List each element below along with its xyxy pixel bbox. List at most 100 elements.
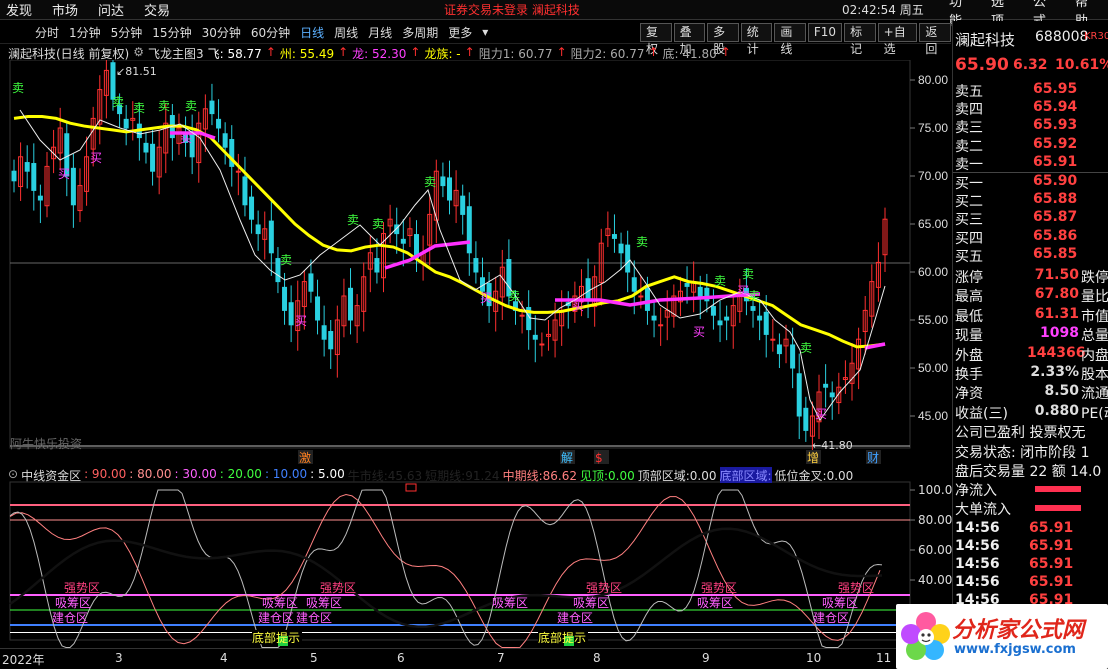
sub-y-tick-label: 60.00 [918,543,952,557]
menu-market[interactable]: 市场 [46,0,92,19]
candle-body [222,133,228,148]
stat-label-right: PE(动 [1081,405,1108,422]
ask-row: 卖三 65.93 [953,117,1108,136]
period-1min[interactable]: 1分钟 [64,24,106,41]
candle-body [11,170,17,182]
adjust-button[interactable]: 复权 [640,23,672,56]
zone-label: 建仓区 [52,611,88,625]
indicator-name[interactable]: 飞龙主图3 [148,45,204,61]
candle-body [440,176,446,187]
menu-wenda[interactable]: 问达 [92,0,138,19]
period-monthly[interactable]: 月线 [363,24,397,41]
sub-legend-item-8: 中期线:86.62 [502,469,577,483]
menu-trade[interactable]: 交易 [138,0,184,19]
multi-stock-button[interactable]: 多股 [707,23,739,56]
ask-row: 卖五 65.95 [953,81,1108,100]
menu-discover[interactable]: 发现 [0,0,46,19]
order-label: 买四 [955,230,983,247]
sub-legend-item-4: : 10.00 [264,467,308,481]
stat-row: 外盘 144366 内盘 [953,345,1108,364]
stat-value: 61.31 [1034,305,1079,322]
period-daily[interactable]: 日线 [295,24,329,41]
period-timeshare[interactable]: 分时 [30,24,64,41]
more-dropdown-icon[interactable]: ▾ [477,25,493,39]
bid-row: 买三 65.87 [953,209,1108,228]
order-label: 卖五 [955,84,983,100]
event-marker: $ [595,451,603,465]
mark-button[interactable]: 标记 [844,23,876,56]
zone-label: 吸筹区 [573,596,609,610]
period-15min[interactable]: 15分钟 [147,24,196,41]
draw-button[interactable]: 画线 [774,23,806,56]
period-weekly[interactable]: 周线 [329,24,363,41]
y-tick-label: 75.00 [918,121,948,135]
stats-button[interactable]: 统计 [740,23,773,56]
period-5min[interactable]: 5分钟 [106,24,148,41]
candle-body [150,143,156,172]
order-price: 65.95 [1033,81,1078,97]
candle-body [216,118,222,129]
y-tick-label: 65.00 [918,217,948,231]
candle-body [684,283,690,287]
stat-label-right: 内盘 [1081,347,1108,364]
stat-label: 最高 [955,289,983,306]
stat-row: 收益(三) 0.880PE(动 [953,403,1108,422]
period-60min[interactable]: 60分钟 [246,24,295,41]
legend-item-2: 龙: 52.30 [352,47,407,61]
login-notice[interactable]: 证券交易未登录 澜起科技 [444,1,580,18]
sub-legend-item-2: : 30.00 [174,467,217,481]
zone-label: 强势区 [586,581,622,595]
stat-value: 67.80 [1034,286,1079,303]
collapse-icon[interactable]: ⊙ [8,467,18,483]
stat-label-right: 股本 [1081,367,1108,383]
legend-arrow-icon: ↑ [265,45,276,59]
add-watchlist-button[interactable]: +自选 [877,23,918,56]
legend-arrow-icon: ↑ [720,45,731,59]
f10-button[interactable]: F10 [807,23,843,42]
candle-body [796,373,802,417]
candle-body [631,277,637,292]
zone-label: 建仓区 [557,611,593,625]
zone-label: 吸筹区 [492,596,528,610]
period-30min[interactable]: 30分钟 [197,24,246,41]
period-multi[interactable]: 多周期 [397,24,443,41]
stat-row: 现量 1098 总量 [953,325,1108,344]
order-price: 65.87 [1033,209,1078,226]
x-label: 10 [806,651,822,665]
sell-signal: 卖 [800,341,812,355]
sub-y-tick-label: 100.0 [918,483,952,497]
legend-arrow-icon: ↑ [556,45,567,59]
x-label: 5 [310,651,318,665]
stat-label-right: 市值 [1081,308,1108,325]
main-chart-frame [9,60,911,449]
sell-signal: 卖 [12,81,24,95]
tick-row: 14:56 65.91 [953,538,1108,556]
order-label: 买一 [955,176,983,192]
bottom-hint-label: 底部提示 [538,630,586,645]
period-more[interactable]: 更多 [443,24,477,41]
tick-row: 14:56 65.91 [953,520,1108,538]
peak-marker [405,483,417,492]
legend-arrow-icon: ↑ [648,45,659,59]
back-button[interactable]: 返回 [919,23,951,56]
candle-body [638,295,644,298]
overlay-button[interactable]: 叠加 [673,23,706,56]
candle-body [255,224,261,235]
sub-legend-item-1: : 80.00 [129,467,172,481]
flow-label: 净流入 [955,483,997,500]
sell-signal: 卖 [185,99,197,113]
sell-signal: 卖 [280,253,292,267]
candle-body [348,287,354,321]
candle-body [829,392,835,398]
candle-body [282,286,288,311]
quote-panel: 澜起科技 688008 KR30 65.90 6.32 10.61% 卖五 65.… [952,21,1108,669]
sub-legend-item-10: 顶部区域:0.00 [637,469,717,483]
sub-legend-item-9: 见顶:0.00 [579,469,635,483]
sub-indicator-title[interactable]: 中线资金区 [21,467,81,483]
buy-signal: 买 [90,151,102,165]
order-label: 卖四 [955,102,983,119]
chart-canvas[interactable]: 80.00 75.00 70.00 65.00 60.00 55.00 50.00 45.00… [0,60,952,648]
legend-item-0: 飞: 58.77 [207,47,262,61]
sub-chart-legend: ⊙ 中线资金区 : 90.00: 80.00: 30.00: 20.00: 10… [8,467,853,483]
settings-icon[interactable]: ⚙ [133,45,144,61]
